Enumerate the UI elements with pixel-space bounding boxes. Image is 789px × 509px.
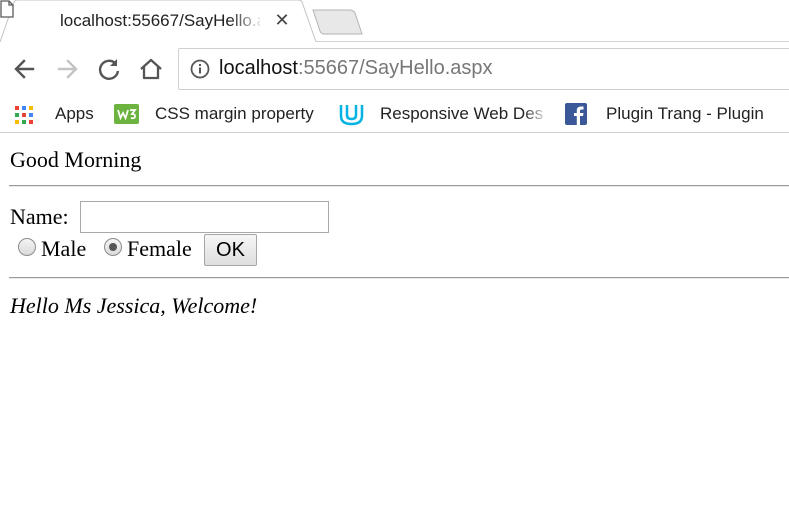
- female-label: Female: [127, 236, 192, 261]
- bookmark-css-margin[interactable]: CSS margin property: [114, 101, 329, 127]
- bookmark-fade: [763, 101, 789, 127]
- url-path: :55667/SayHello.aspx: [297, 57, 493, 79]
- radio-checked-dot: [109, 243, 117, 251]
- address-bar[interactable]: localhost:55667/SayHello.aspx: [178, 48, 789, 90]
- bookmark-fade: [523, 101, 549, 127]
- url-host: localhost: [219, 57, 298, 79]
- new-tab-button[interactable]: [312, 9, 364, 35]
- bookmarks-bar: Apps CSS margin property Responsive Web …: [0, 96, 789, 133]
- bookmark-label: CSS margin property: [155, 104, 314, 123]
- tab-close-icon[interactable]: ✕: [272, 9, 292, 31]
- bookmark-label: Responsive Web Des: [380, 104, 544, 123]
- ok-button[interactable]: OK: [204, 234, 257, 266]
- w3schools-icon: [114, 104, 139, 124]
- male-radio[interactable]: [18, 238, 36, 256]
- reload-icon[interactable]: [95, 55, 123, 83]
- welcome-message: Hello Ms Jessica, Welcome!: [10, 293, 258, 318]
- info-icon[interactable]: [190, 59, 210, 79]
- forward-arrow-icon[interactable]: [53, 55, 81, 83]
- facebook-icon: [565, 103, 587, 125]
- bookmark-label: Apps: [55, 104, 94, 123]
- greeting-text: Good Morning: [10, 147, 142, 172]
- page-content: Good Morning Name: Male Female OK Hello …: [0, 134, 789, 509]
- name-label: Name:: [10, 204, 69, 229]
- apps-grid-icon: [15, 106, 33, 124]
- udacity-icon: [339, 105, 364, 126]
- tab-title-fade: [230, 8, 264, 34]
- back-arrow-icon[interactable]: [11, 55, 39, 83]
- address-url[interactable]: localhost:55667/SayHello.aspx: [219, 57, 493, 80]
- bookmark-label: Plugin Trang - Plugin: [606, 104, 764, 123]
- name-input[interactable]: [80, 201, 329, 233]
- male-label: Male: [41, 236, 87, 261]
- home-icon[interactable]: [137, 55, 165, 83]
- bookmark-plugin-trang[interactable]: Plugin Trang - Plugin: [565, 101, 789, 127]
- browser-tab-active[interactable]: localhost:55667/SayHello.aspx ✕: [0, 0, 318, 43]
- tab-strip: localhost:55667/SayHello.aspx ✕: [0, 0, 789, 43]
- page-icon: [0, 0, 14, 18]
- female-radio[interactable]: [104, 238, 122, 256]
- divider-top: [9, 185, 789, 187]
- divider-bottom: [9, 277, 789, 279]
- bookmark-responsive-web-design[interactable]: Responsive Web Des: [339, 101, 549, 127]
- bookmark-apps[interactable]: Apps: [14, 101, 104, 127]
- browser-toolbar: localhost:55667/SayHello.aspx: [0, 42, 789, 96]
